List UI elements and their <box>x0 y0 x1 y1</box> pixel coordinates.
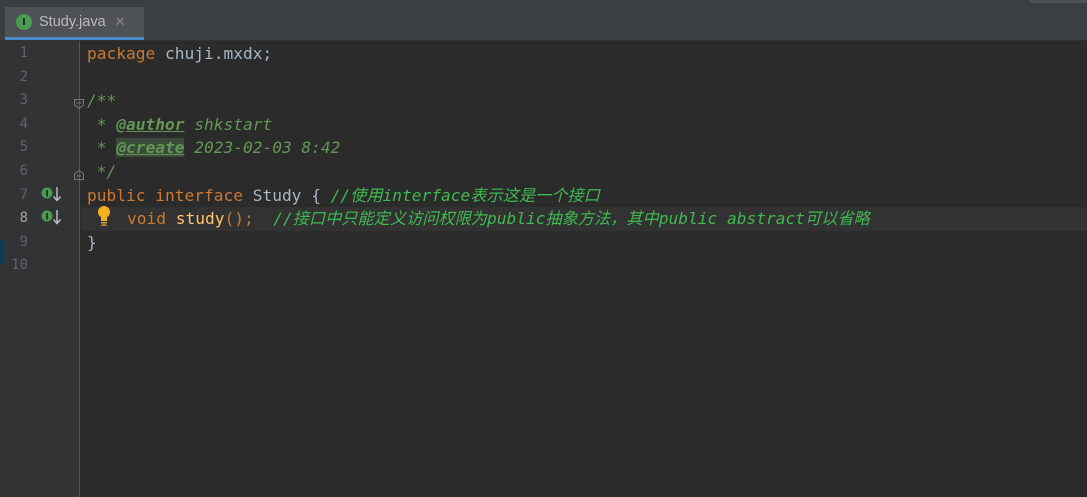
keyword: package <box>87 44 156 63</box>
doc-comment: 2023-02-03 8:42 <box>184 138 341 158</box>
code-line-5: * @create 2023-02-03 8:42 <box>87 136 340 160</box>
code-editor[interactable]: package chuji.mxdx; /** * @author shksta… <box>81 41 1087 497</box>
tab-label: Study.java <box>39 14 106 30</box>
editor-gutter[interactable]: 1 2 3 4 5 6 7 8 9 10 I I <box>0 41 80 497</box>
keyword: void <box>127 209 166 229</box>
punctuation: (); <box>224 209 254 229</box>
brace: } <box>87 232 97 252</box>
doc-comment: * <box>87 138 117 158</box>
doc-comment: */ <box>87 162 117 181</box>
code-line-3: /** <box>87 89 116 113</box>
line-number: 10 <box>11 257 28 274</box>
code-line-8: void study(); //接口中只能定义访问权限为public抽象方法，其… <box>127 207 870 231</box>
keyword: public <box>87 185 146 205</box>
code-line-4: * @author shkstart <box>87 113 272 137</box>
interface-name: Study <box>252 185 302 205</box>
line-number: 5 <box>19 139 28 156</box>
line-number: 7 <box>19 186 28 203</box>
line-number: 2 <box>19 68 28 85</box>
tab-study-java[interactable]: I Study.java ✕ <box>5 7 144 40</box>
doc-tag-create: @create <box>116 138 185 158</box>
line-comment: //使用interface表示这是一个接口 <box>330 185 600 205</box>
doc-comment: shkstart <box>184 114 273 134</box>
line-number-current: 8 <box>19 210 28 227</box>
editor-tab-bar: I Study.java ✕ <box>0 0 1087 41</box>
code-line-9: } <box>87 231 97 255</box>
implemented-down-icon[interactable]: I <box>41 186 65 204</box>
doc-comment: /** <box>87 91 117 111</box>
lightbulb-icon[interactable] <box>96 205 112 227</box>
svg-text:I: I <box>45 190 48 200</box>
line-number: 4 <box>19 115 28 132</box>
interface-icon: I <box>16 14 32 30</box>
code-line-6: */ <box>87 160 117 184</box>
svg-text:I: I <box>45 213 48 223</box>
brace: { <box>311 185 321 205</box>
implemented-down-icon[interactable]: I <box>41 209 65 227</box>
doc-tag-author: @author <box>116 114 185 134</box>
code-line-1: package chuji.mxdx; <box>87 42 272 66</box>
code-line-7: public interface Study { //使用interface表示… <box>87 184 600 208</box>
line-number: 1 <box>19 45 28 61</box>
method-name: study <box>175 209 225 229</box>
scroll-marker <box>0 240 3 264</box>
doc-comment: * <box>87 114 117 134</box>
package-name: chuji.mxdx; <box>155 44 273 63</box>
line-number: 6 <box>19 163 28 179</box>
close-icon[interactable]: ✕ <box>115 16 126 29</box>
keyword: interface <box>155 185 243 205</box>
tabbar-corner <box>1029 0 1087 3</box>
line-comment: //接口中只能定义访问权限为public抽象方法，其中public abstra… <box>273 209 870 229</box>
line-number: 3 <box>19 92 28 109</box>
line-number: 9 <box>19 233 28 250</box>
